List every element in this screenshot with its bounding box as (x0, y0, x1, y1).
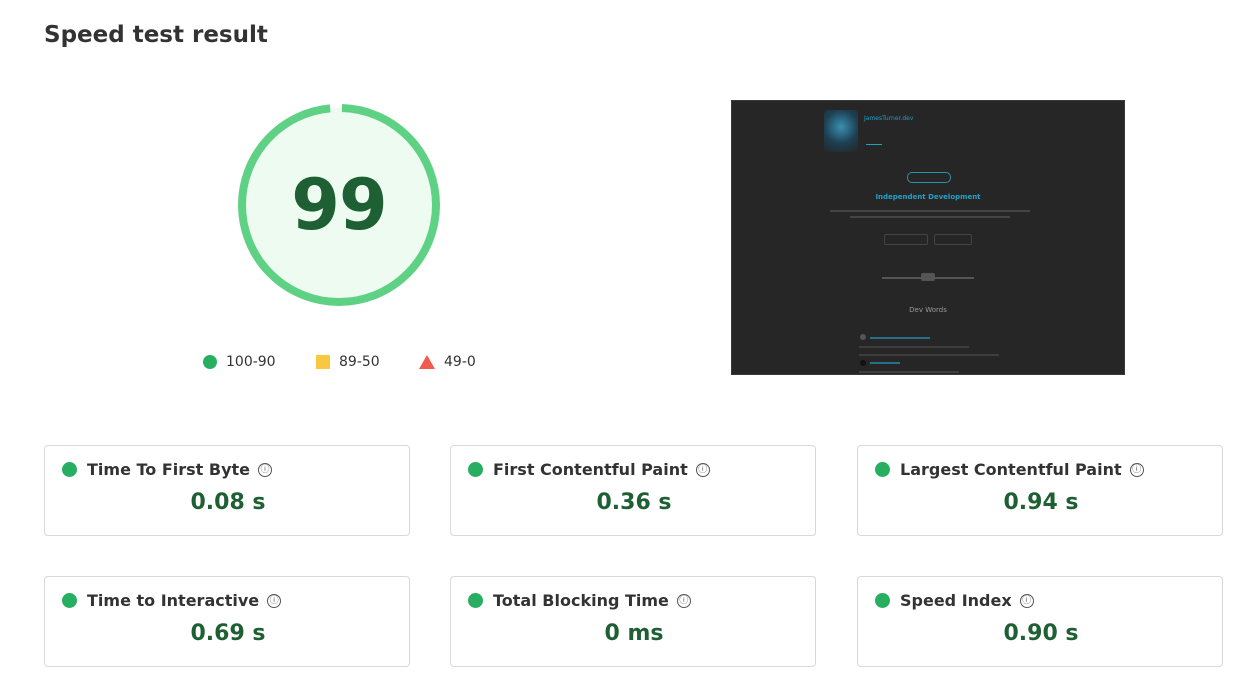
screenshot-slider-knob (921, 273, 935, 281)
status-dot-icon (468, 593, 483, 608)
screenshot-pill (907, 172, 951, 183)
avatar (824, 110, 858, 152)
screenshot-list-bullet (860, 334, 866, 340)
screenshot-list-row (870, 362, 900, 364)
legend-average-label: 89-50 (339, 354, 380, 370)
info-icon[interactable]: ⓘ (676, 593, 691, 608)
page-screenshot: JamesTurner.dev Independent Development … (731, 100, 1125, 375)
metric-label: Time to Interactive (87, 591, 260, 610)
status-dot-icon (62, 462, 77, 477)
red-triangle-icon (419, 355, 435, 369)
info-icon[interactable]: ⓘ (1019, 593, 1034, 608)
score-gauge: 99 (234, 100, 444, 310)
screenshot-text-line (830, 210, 1030, 212)
metric-value: 0.90 s (1003, 621, 1079, 646)
metric-value: 0 ms (604, 621, 664, 646)
info-icon[interactable]: ⓘ (258, 462, 273, 477)
info-icon[interactable]: ⓘ (267, 593, 282, 608)
metric-card-tti: Time to Interactive ⓘ 0.69 s (44, 576, 410, 667)
screenshot-text-line (850, 216, 1010, 218)
legend-poor: 49-0 (419, 354, 476, 370)
metric-value: 0.69 s (190, 621, 266, 646)
metric-label: Speed Index (900, 591, 1012, 610)
info-icon[interactable]: ⓘ (695, 462, 710, 477)
metric-card-tbt: Total Blocking Time ⓘ 0 ms (450, 576, 816, 667)
screenshot-divider (859, 354, 999, 356)
status-dot-icon (468, 462, 483, 477)
metric-label: Time To First Byte (87, 460, 251, 479)
screenshot-list-bullet (860, 360, 866, 366)
metric-card-lcp: Largest Contentful Paint ⓘ 0.94 s (857, 445, 1223, 536)
screenshot-section-title: Dev Words (909, 306, 947, 314)
legend-average: 89-50 (316, 354, 380, 370)
legend-poor-label: 49-0 (444, 354, 476, 370)
metric-label: First Contentful Paint (493, 460, 688, 479)
screenshot-brand: JamesTurner.dev (864, 115, 914, 122)
metric-value: 0.08 s (190, 490, 266, 515)
screenshot-list-row (859, 371, 959, 373)
metric-label: Largest Contentful Paint (900, 460, 1122, 479)
screenshot-button (934, 234, 972, 245)
screenshot-nav-underline (866, 144, 882, 145)
legend-good-label: 100-90 (226, 354, 276, 370)
legend-good: 100-90 (203, 354, 276, 370)
info-icon[interactable]: ⓘ (1129, 462, 1144, 477)
metric-card-fcp: First Contentful Paint ⓘ 0.36 s (450, 445, 816, 536)
metric-card-speed-index: Speed Index ⓘ 0.90 s (857, 576, 1223, 667)
page-title: Speed test result (44, 22, 268, 48)
status-dot-icon (875, 593, 890, 608)
metric-label: Total Blocking Time (493, 591, 669, 610)
screenshot-list-row (870, 337, 930, 339)
metric-value: 0.94 s (1003, 490, 1079, 515)
yellow-square-icon (316, 355, 330, 369)
screenshot-list-row (859, 346, 969, 348)
score-value: 99 (291, 164, 387, 246)
screenshot-heading: Independent Development (875, 193, 981, 201)
status-dot-icon (62, 593, 77, 608)
green-circle-icon (203, 355, 217, 369)
metric-value: 0.36 s (596, 490, 672, 515)
status-dot-icon (875, 462, 890, 477)
metric-card-ttfb: Time To First Byte ⓘ 0.08 s (44, 445, 410, 536)
screenshot-button (884, 234, 928, 245)
